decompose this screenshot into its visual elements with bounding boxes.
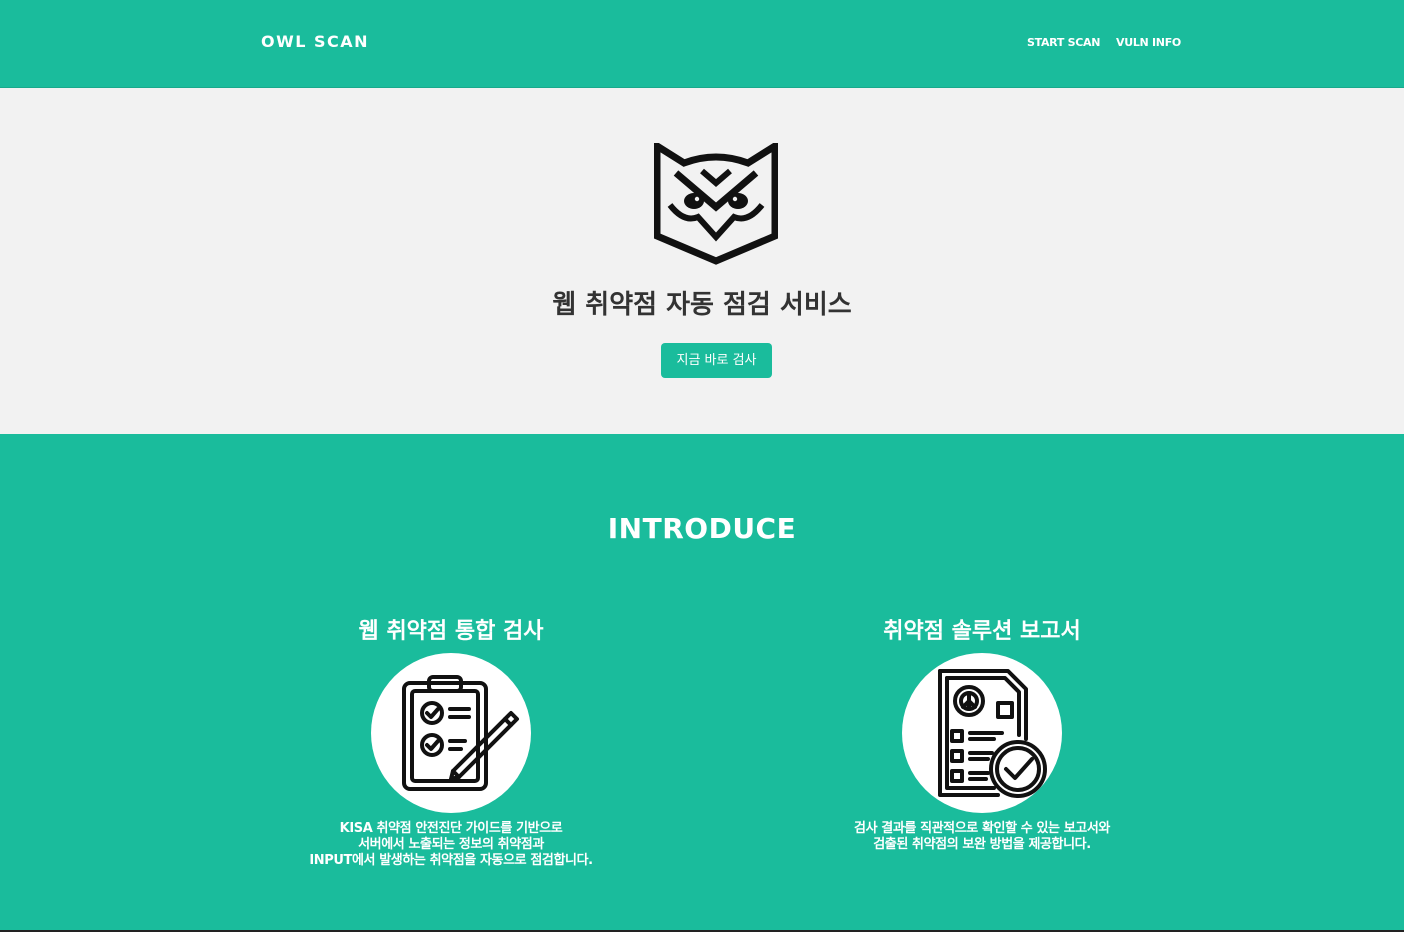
- feature-card-integrated-scan: 웹 취약점 통합 검사 KISA 취약점 안전진단 가이드를 기반으로 서버에서…: [211, 612, 691, 869]
- introduce-section: INTRODUCE 웹 취약점 통합 검사 KISA 취약점 안전진단 가이드를…: [0, 434, 1404, 932]
- nav-link-start-scan[interactable]: START SCAN: [1027, 36, 1100, 49]
- checklist-clipboard-icon: [402, 675, 519, 791]
- feature-card-solution-report: 취약점 솔루션 보고서 검사 결과를 직관적으로 확인할 수 있는 보고서와 검…: [742, 612, 1222, 853]
- feature-title: 웹 취약점 통합 검사: [358, 619, 544, 644]
- introduce-title: INTRODUCE: [607, 512, 797, 545]
- hero-section: 웹 취약점 자동 점검 서비스 지금 바로 검사: [0, 88, 1404, 434]
- hero-title: 웹 취약점 자동 점검 서비스: [552, 290, 852, 320]
- scan-now-button[interactable]: 지금 바로 검사: [661, 343, 772, 378]
- report-document-check-icon: [938, 669, 1047, 798]
- feature-icon-circle: [371, 653, 531, 813]
- nav-link-vuln-info[interactable]: VULN INFO: [1116, 36, 1181, 49]
- feature-description: 검사 결과를 직관적으로 확인할 수 있는 보고서와 검출된 취약점의 보완 방…: [854, 821, 1110, 852]
- owl-logo-icon: [654, 143, 778, 265]
- feature-title: 취약점 솔루션 보고서: [883, 619, 1081, 644]
- feature-icon-circle: [902, 653, 1062, 813]
- navbar: OWL SCAN START SCAN VULN INFO: [0, 0, 1404, 88]
- brand-logo[interactable]: OWL SCAN: [261, 32, 369, 51]
- feature-description: KISA 취약점 안전진단 가이드를 기반으로 서버에서 노출되는 정보의 취약…: [309, 821, 593, 868]
